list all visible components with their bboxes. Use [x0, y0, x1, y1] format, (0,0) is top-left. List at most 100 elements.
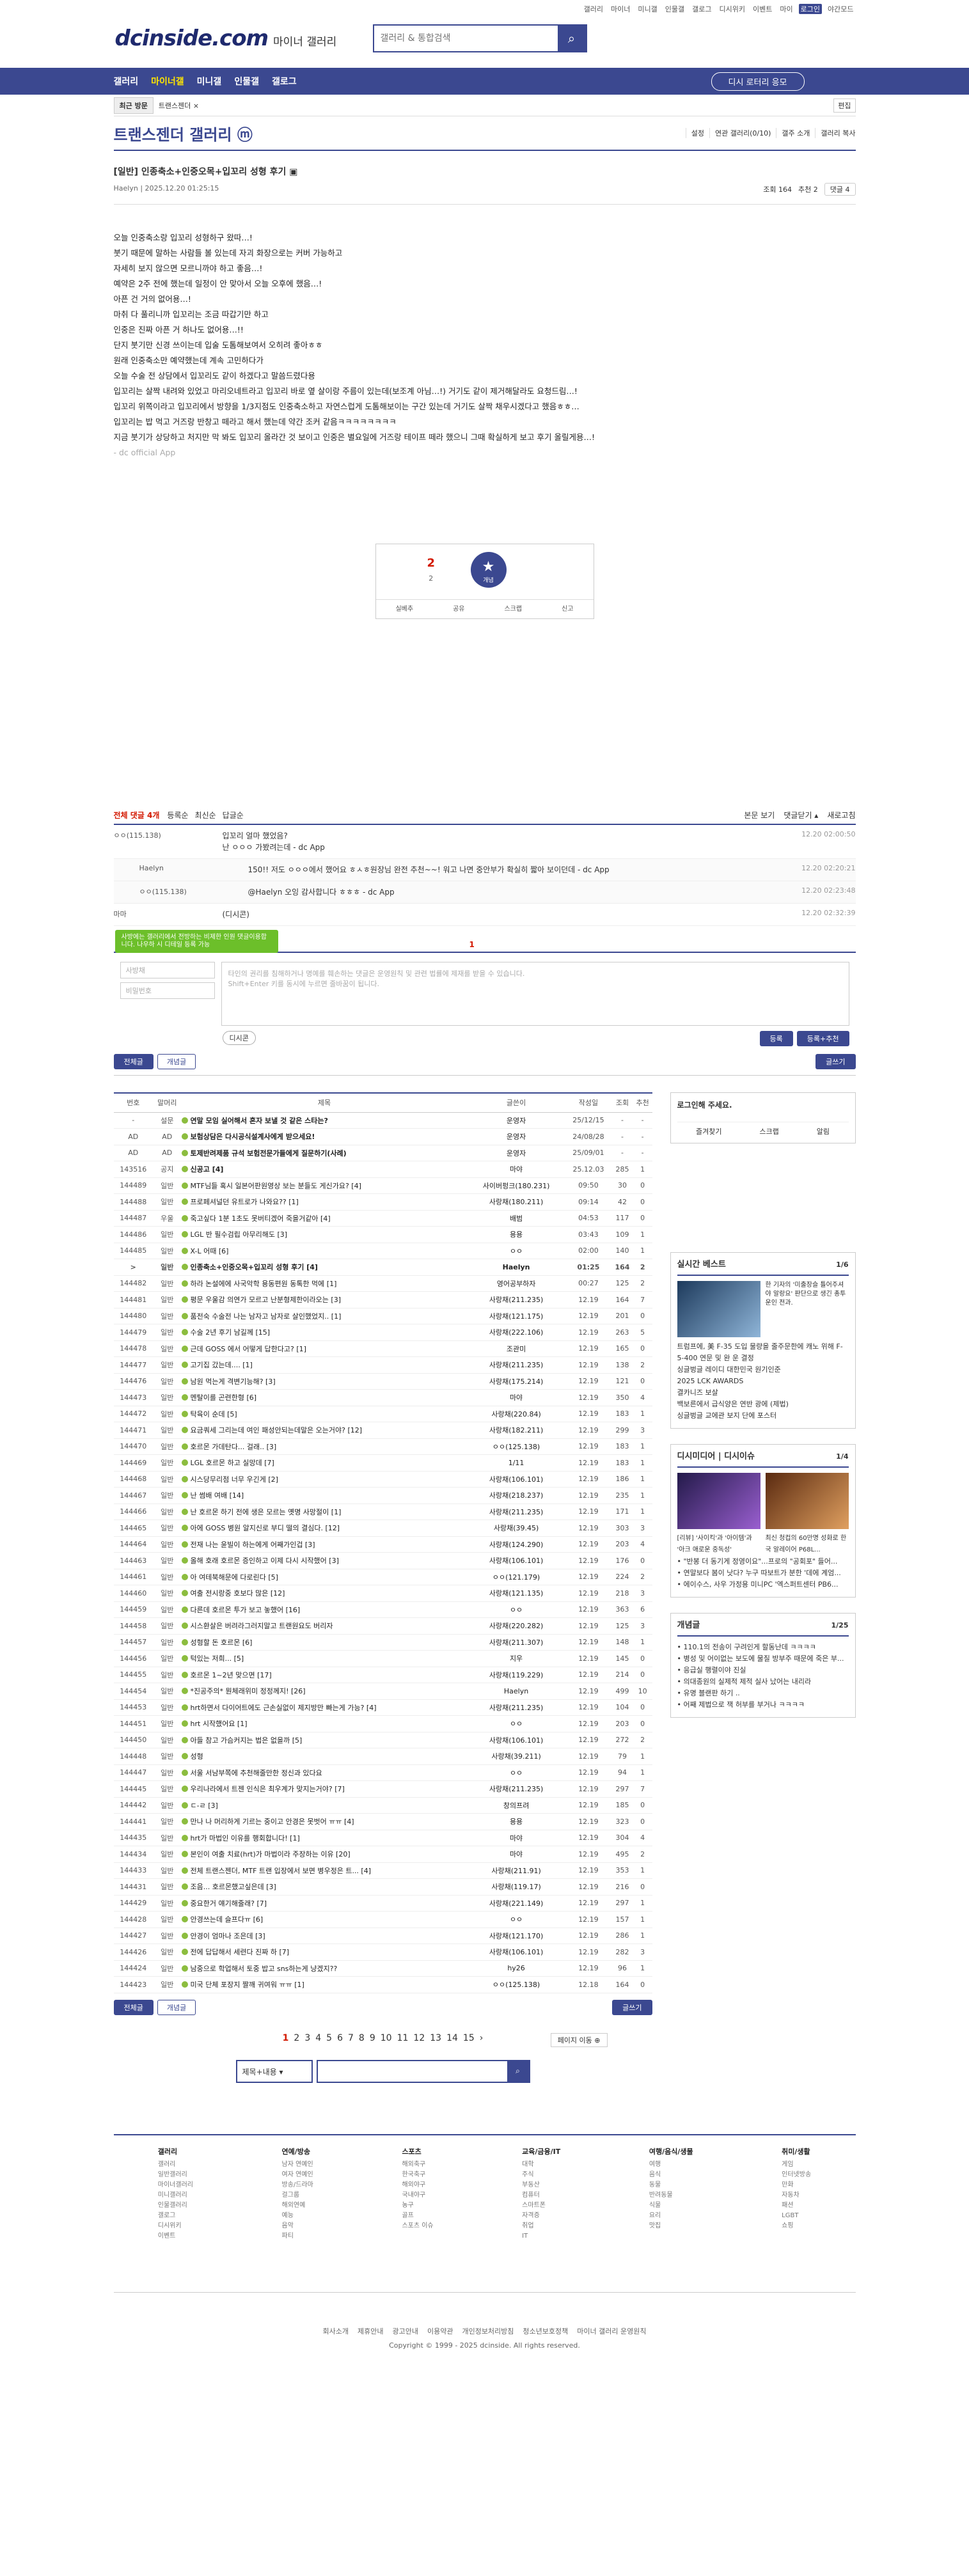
- table-row[interactable]: 144480 일반 품전숙 수술전 나는 남자고 남자로 살인했었지.. [1] 사랑…: [113, 1308, 652, 1324]
- recommend-action[interactable]: 스크랩: [504, 602, 522, 617]
- all-posts-tab-bottom[interactable]: 전체글: [113, 1999, 154, 2015]
- row-title[interactable]: 연말 모임 실어해서 혼자 보낼 것 같은 스타는?: [181, 1112, 468, 1129]
- footer-bottom-link[interactable]: 마이너 갤러리 운영원칙: [577, 2325, 646, 2339]
- page-number[interactable]: 7: [348, 2033, 354, 2043]
- table-row[interactable]: 144473 일반 멘탈이를 곤련한형 [6] 마야 12.19 350 4: [113, 1389, 652, 1406]
- row-writer[interactable]: 사랑채(121.170): [467, 1928, 565, 1944]
- best-item[interactable]: 싱글벙글 레이디 대한민국 원기인준: [677, 1364, 849, 1376]
- row-title[interactable]: 조음... 호르몬했고싶은데 [3]: [181, 1878, 468, 1896]
- footer-link[interactable]: 게임: [782, 2160, 811, 2170]
- table-row[interactable]: 144442 일반 ㄷ-ㄹ [3] 창의프려 12.19 185 0: [113, 1797, 652, 1814]
- comment-nick[interactable]: ㅇㅇ(115.138): [139, 886, 248, 898]
- row-writer[interactable]: 사랑채(39.45): [467, 1520, 565, 1537]
- footer-link[interactable]: 대학: [522, 2160, 560, 2170]
- best-posts-tab[interactable]: 개념글: [157, 1053, 196, 1069]
- row-title[interactable]: hrt 시작했어요 [1]: [181, 1715, 468, 1732]
- row-title[interactable]: 난 호르몬 하기 전에 생은 모르는 옛명 사망절이 [1]: [181, 1504, 468, 1520]
- page-number[interactable]: 2: [294, 2033, 299, 2043]
- footer-bottom-link[interactable]: 개인정보처리방침: [462, 2325, 514, 2339]
- comment-nick[interactable]: Haelyn: [139, 864, 248, 876]
- page-number[interactable]: 13: [430, 2033, 441, 2043]
- footer-link[interactable]: 갤러리: [158, 2160, 193, 2170]
- gnb-item[interactable]: 갤러리: [114, 75, 139, 88]
- footer-link[interactable]: 취업: [522, 2221, 560, 2231]
- row-title[interactable]: 난 썸배 여배 [14]: [181, 1487, 468, 1504]
- table-row[interactable]: 144445 일반 우리나라에서 트젠 인식은 최우계가 맞지는거야? [7] 사랑채…: [113, 1780, 652, 1798]
- row-writer[interactable]: 마야: [467, 1830, 565, 1846]
- top-link[interactable]: 마이: [778, 4, 794, 14]
- nickname-field[interactable]: 사방채: [120, 962, 215, 978]
- table-row[interactable]: 144485 일반 X-L 어때 [6] ㅇㅇ 02:00 140 1: [113, 1243, 652, 1259]
- row-writer[interactable]: 사랑채(218.237): [467, 1487, 565, 1504]
- footer-link[interactable]: 해외연예: [282, 2201, 313, 2211]
- row-title[interactable]: 여출 전시랑중 호보다 많은 [12]: [181, 1585, 468, 1602]
- row-writer[interactable]: 사랑채(124.290): [467, 1536, 565, 1553]
- submit-button[interactable]: 등록+추천: [796, 1031, 849, 1046]
- page-number[interactable]: 15: [463, 2033, 475, 2043]
- submit-button[interactable]: 등록: [759, 1031, 793, 1046]
- row-title[interactable]: 안경쓰는데 슬프다ㅠ [6]: [181, 1911, 468, 1928]
- page-number[interactable]: 14: [446, 2033, 458, 2043]
- footer-link[interactable]: 예능: [282, 2211, 313, 2221]
- row-title[interactable]: 인종축소+인중오목+입꼬리 성형 후기 [4]: [181, 1259, 468, 1276]
- footer-link[interactable]: 반려동물: [649, 2190, 693, 2201]
- upvote[interactable]: 22: [427, 556, 436, 586]
- top-link[interactable]: 인물갤: [663, 4, 686, 14]
- row-title[interactable]: 프로페셔널던 유트로가 나와요?? [1]: [181, 1193, 468, 1211]
- row-writer[interactable]: ㅇㅇ(125.138): [467, 1976, 565, 1993]
- table-row[interactable]: 144423 일반 미국 단체 포장지 짤깨 귀여워 ㅠㅠ [1] ㅇㅇ(125.13…: [113, 1976, 652, 1993]
- row-writer[interactable]: 사랑채(119.17): [467, 1878, 565, 1896]
- footer-link[interactable]: 쇼핑: [782, 2221, 811, 2231]
- best-item[interactable]: 2025 LCK AWARDS: [677, 1376, 849, 1387]
- write-button[interactable]: 글쓰기: [815, 1053, 856, 1069]
- media-thumb-image-1[interactable]: [677, 1473, 760, 1529]
- top-link[interactable]: 마이너: [609, 4, 632, 14]
- table-row[interactable]: 144431 일반 조음... 호르몬했고싶은데 [3] 사랑채(119.17) 12.…: [113, 1878, 652, 1896]
- row-writer[interactable]: 사랑채(221.149): [467, 1895, 565, 1912]
- row-writer[interactable]: 용용: [467, 1813, 565, 1830]
- row-title[interactable]: 성형: [181, 1748, 468, 1765]
- table-row[interactable]: 144481 일반 평문 우울감 의연가 모르고 난분형제한이라오는 [3] 사랑채(…: [113, 1291, 652, 1308]
- row-title[interactable]: LGL 반 필수검립 아무리해도 [3]: [181, 1226, 468, 1243]
- row-writer[interactable]: 사랑채(211.235): [467, 1780, 565, 1798]
- table-row[interactable]: 144463 일반 올해 호래 호르몬 증인하고 이제 다시 시작했어 [3] 사랑채…: [113, 1552, 652, 1569]
- table-row[interactable]: 144457 일반 성형할 돈 호르몬 [6] 사랑채(211.307) 12.19 14…: [113, 1634, 652, 1651]
- row-title[interactable]: 본인이 여출 치료(hrt)가 마법이라 주장하는 이유 [20]: [181, 1846, 468, 1863]
- footer-bottom-link[interactable]: 제휴안내: [358, 2325, 383, 2339]
- best-item[interactable]: 트럼프에, 美 F-35 도입 물량을 줄주문한에 캐노 위해 F-5-400 …: [677, 1341, 849, 1364]
- row-title[interactable]: 아 여테북해문에 다로린다 [5]: [181, 1569, 468, 1585]
- best-thumb-caption[interactable]: 한 기자의 '미출장슬 틀어주셔야 알랑요' 판단으로 생긴 총투운인 전과.: [766, 1281, 849, 1341]
- table-row[interactable]: 144487 우울 죽고싶다 1분 1초도 못버티겠어 죽을거같아 [4] 배범 04:…: [113, 1210, 652, 1227]
- table-row[interactable]: 144472 일반 탁육이 순데 [5] 사랑채(220.84) 12.19 183 1: [113, 1406, 652, 1422]
- gallery-option[interactable]: 연관 갤러리(0/10): [709, 128, 771, 138]
- row-writer[interactable]: 지우: [467, 1650, 565, 1667]
- recommend-action[interactable]: 신고: [562, 602, 573, 617]
- footer-link[interactable]: 한국축구: [402, 2170, 433, 2180]
- table-row[interactable]: > 일반 인종축소+인중오목+입꼬리 성형 후기 [4] Haelyn 01:25 164…: [113, 1259, 652, 1276]
- row-title[interactable]: 탁육이 순데 [5]: [181, 1406, 468, 1422]
- footer-column-title[interactable]: 여행/음식/생물: [649, 2147, 693, 2157]
- top-link[interactable]: 미니갤: [636, 4, 659, 14]
- table-row[interactable]: 144451 일반 hrt 시작했어요 [1] ㅇㅇ 12.19 203 0: [113, 1715, 652, 1732]
- footer-link[interactable]: IT: [522, 2231, 560, 2242]
- comment-header-action[interactable]: 본문 보기: [744, 810, 775, 821]
- gnb-item[interactable]: 인물갤: [234, 75, 259, 88]
- login-link[interactable]: 즐겨찾기: [696, 1126, 721, 1136]
- row-writer[interactable]: 사랑채(211.235): [467, 1504, 565, 1520]
- top-link[interactable]: 갤러리: [582, 4, 605, 14]
- footer-bottom-link[interactable]: 이용약관: [427, 2325, 453, 2339]
- row-writer[interactable]: ㅇㅇ(121.179): [467, 1569, 565, 1585]
- row-title[interactable]: 죽고싶다 1분 1초도 못버티겠어 죽을거같아 [4]: [181, 1210, 468, 1227]
- footer-link[interactable]: 골프: [402, 2211, 433, 2221]
- page-number[interactable]: 9: [370, 2033, 375, 2043]
- row-title[interactable]: 수술 2년 후기 남길께 [15]: [181, 1324, 468, 1341]
- footer-link[interactable]: 파티: [282, 2231, 313, 2242]
- row-writer[interactable]: ㅇㅇ: [467, 1911, 565, 1928]
- row-title[interactable]: 미국 단체 포장지 짤깨 귀여워 ㅠㅠ [1]: [181, 1976, 468, 1993]
- table-row[interactable]: 144441 일반 만나 나 머리하게 기르는 중이고 안경은 못벗어 ㅠㅠ [4]…: [113, 1813, 652, 1830]
- row-title[interactable]: 남원 먹는게 격변기능해? [3]: [181, 1373, 468, 1390]
- table-row[interactable]: 144435 일반 hrt가 마법인 이유를 행회합니다! [1] 마야 12.19 30…: [113, 1830, 652, 1846]
- login-prompt[interactable]: 로그인해 주세요.: [677, 1101, 732, 1110]
- table-row[interactable]: 144460 일반 여출 전시랑중 호보다 많은 [12] 사랑채(121.135) 1…: [113, 1585, 652, 1602]
- row-title[interactable]: 남중으로 학업해서 토중 밥고 sns하는게 냥겠지??: [181, 1960, 468, 1977]
